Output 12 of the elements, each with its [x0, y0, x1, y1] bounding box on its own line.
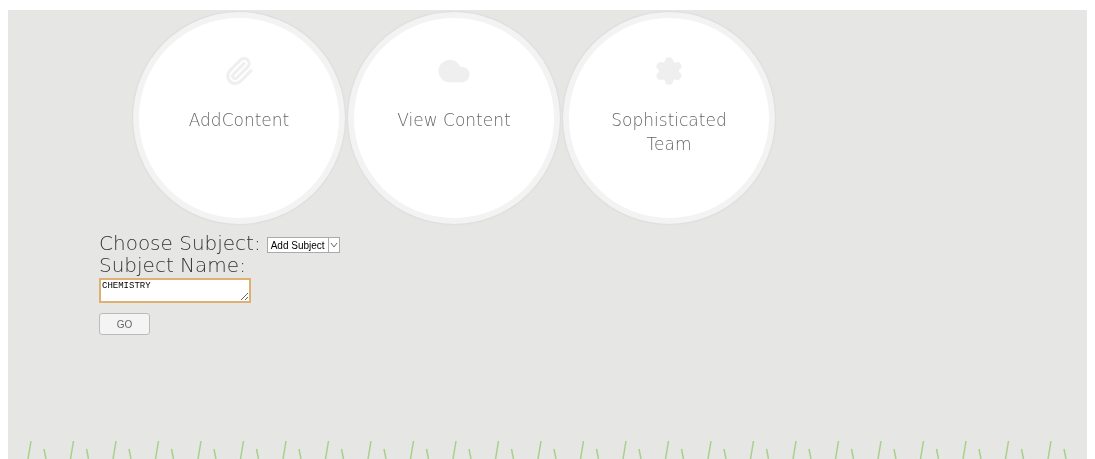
subject-name-field[interactable]: CHEMISTRY: [99, 278, 251, 303]
nav-label: AddContent: [187, 109, 291, 132]
nav-circle[interactable]: AddContent: [133, 12, 345, 224]
nav-circle[interactable]: View Content: [348, 12, 560, 224]
field-label: Choose Subject:: [99, 232, 261, 254]
nav-circle[interactable]: Sophisticated Team: [563, 12, 775, 224]
subject-select[interactable]: Add Subject: [266, 237, 340, 253]
caret-icon: [329, 242, 338, 248]
nav-label: View Content: [396, 109, 512, 132]
go-button[interactable]: GO: [99, 313, 150, 335]
nav-label: Sophisticated Team: [610, 109, 728, 156]
field-label: Subject Name:: [99, 254, 246, 276]
